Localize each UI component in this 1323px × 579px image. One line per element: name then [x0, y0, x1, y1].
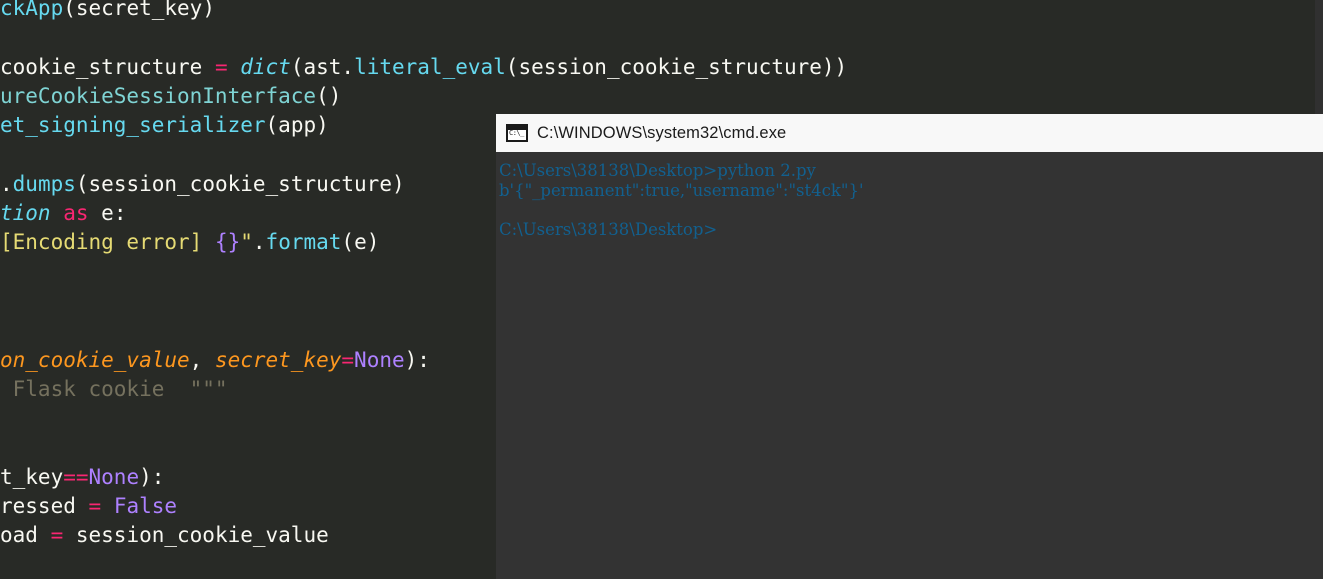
code-token: oad — [0, 523, 51, 548]
code-token: ureCookieSessionInterface — [0, 83, 317, 108]
code-token: app — [278, 113, 317, 138]
screen: ckApp(secret_key) cookie_structure = dic… — [0, 0, 1323, 579]
console-line: C:\Users\38138\Desktop> — [499, 219, 718, 239]
code-token: . — [0, 171, 13, 196]
code-token: ressed — [0, 494, 89, 519]
code-token: secret_key — [75, 0, 203, 20]
code-token: ckApp — [0, 0, 64, 20]
code-token: ): — [404, 347, 430, 372]
code-token: " — [240, 230, 253, 255]
code-token: ( — [341, 230, 355, 255]
console-line: b'{"_permanent":true,"username":"st4ck"}… — [499, 180, 864, 200]
code-token: cookie_structure — [0, 54, 215, 79]
code-token: on_cookie_value — [0, 347, 190, 372]
code-token: = — [341, 347, 355, 372]
code-token: e — [354, 230, 367, 255]
code-token: ) — [202, 0, 215, 20]
code-token: dict — [240, 54, 291, 79]
code-token: et_signing_serializer — [0, 113, 266, 138]
code-token: = — [88, 494, 102, 519]
console-text: C:\Users\38138\Desktop>python 2.py b'{"_p… — [497, 161, 1323, 239]
code-token: dumps — [12, 171, 76, 196]
code-token: . — [341, 54, 355, 79]
code-token: = — [214, 54, 228, 79]
code-token: ): — [139, 464, 165, 489]
code-token: ( — [63, 0, 76, 20]
code-token: == — [63, 464, 89, 489]
code-token: e: — [88, 201, 127, 226]
code-token: = — [50, 523, 64, 548]
code-token: secret_key — [214, 347, 342, 372]
code-token: () — [316, 83, 342, 108]
code-line: ureCookieSessionInterface() — [0, 82, 1323, 111]
console-title-text: C:\WINDOWS\system32\cmd.exe — [537, 123, 787, 142]
code-token: Flask cookie """ — [0, 376, 228, 401]
code-token: t_key — [0, 464, 64, 489]
code-token: ) — [366, 230, 380, 255]
code-token: . — [252, 230, 266, 255]
code-token: ( — [75, 171, 89, 196]
code-token: [Encoding error] — [0, 230, 215, 255]
code-line: ckApp(secret_key) — [0, 0, 1323, 23]
code-token: session_cookie_value — [63, 523, 329, 548]
code-token: )) — [821, 54, 848, 79]
console-output-area[interactable]: C:\Users\38138\Desktop>python 2.py b'{"_p… — [496, 152, 1323, 579]
code-token: , — [189, 347, 215, 372]
cmd-console-window[interactable]: C:\WINDOWS\system32\cmd.exe C:\Users\381… — [496, 114, 1323, 579]
code-token: ( — [290, 54, 304, 79]
code-token: as — [63, 201, 89, 226]
code-token: False — [113, 494, 178, 519]
code-token: tion — [0, 201, 51, 226]
code-token: session_cookie_structure — [88, 171, 392, 196]
console-titlebar[interactable]: C:\WINDOWS\system32\cmd.exe — [496, 114, 1323, 152]
console-line: C:\Users\38138\Desktop>python 2.py — [499, 161, 816, 180]
code-token: ) — [316, 113, 329, 138]
code-token: None — [354, 347, 405, 372]
code-token: ast — [303, 54, 342, 79]
code-token: session_cookie_structure — [518, 54, 822, 79]
code-token: ) — [391, 171, 405, 196]
code-token: None — [88, 464, 140, 489]
code-token: ( — [505, 54, 519, 79]
code-token: format — [265, 230, 342, 255]
cmd-console-icon — [506, 124, 528, 142]
code-token: {} — [214, 230, 241, 255]
code-line: cookie_structure = dict(ast.literal_eval… — [0, 53, 1323, 82]
code-token: literal_eval — [354, 54, 506, 79]
code-token: ( — [265, 113, 279, 138]
